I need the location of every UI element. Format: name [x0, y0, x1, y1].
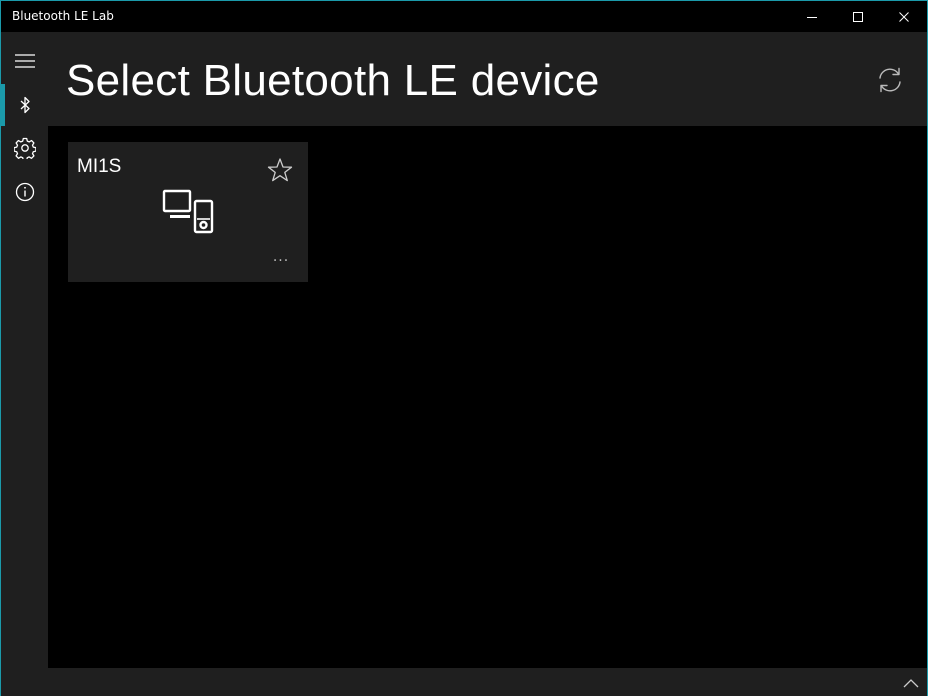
device-name: MI1S	[77, 156, 122, 177]
chevron-up-icon	[903, 679, 919, 688]
refresh-icon	[879, 67, 901, 93]
close-icon	[899, 11, 909, 22]
bluetooth-icon	[20, 96, 30, 114]
star-outline-icon	[267, 158, 293, 182]
refresh-button[interactable]	[870, 60, 910, 100]
device-tile[interactable]: MI1S ...	[68, 142, 308, 282]
app-title: Bluetooth LE Lab	[12, 9, 114, 23]
page-title: Select Bluetooth LE device	[66, 56, 600, 105]
device-list: MI1S ...	[48, 126, 927, 668]
page-header: Select Bluetooth LE device	[48, 32, 927, 126]
app-window: Bluetooth LE Lab Select Bluetooth LE dev…	[0, 0, 928, 696]
bottom-app-bar	[1, 668, 927, 696]
navigation-sidebar	[1, 32, 48, 668]
gear-icon	[13, 137, 36, 159]
devices-icon	[162, 189, 214, 234]
sidebar-item-bluetooth[interactable]	[1, 84, 48, 126]
title-bar[interactable]: Bluetooth LE Lab	[1, 1, 927, 32]
maximize-button[interactable]	[835, 1, 881, 32]
info-icon	[15, 182, 34, 202]
sidebar-item-about[interactable]	[1, 171, 48, 213]
hamburger-icon	[14, 54, 35, 68]
close-button[interactable]	[881, 1, 927, 32]
favorite-button[interactable]	[266, 156, 294, 184]
minimize-icon	[807, 16, 817, 18]
sidebar-item-menu[interactable]	[1, 40, 48, 82]
sidebar-item-settings[interactable]	[1, 127, 48, 169]
minimize-button[interactable]	[789, 1, 835, 32]
expand-app-bar-button[interactable]	[899, 673, 923, 693]
more-options-button[interactable]: ...	[268, 246, 294, 268]
maximize-icon	[853, 11, 863, 22]
